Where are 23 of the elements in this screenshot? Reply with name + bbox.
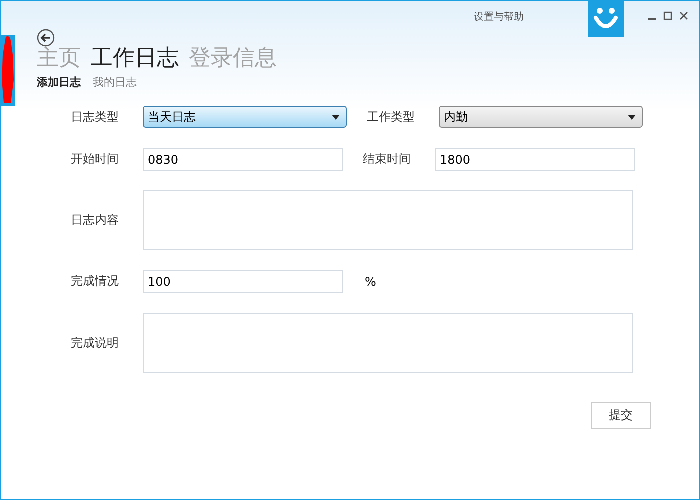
nav-tab[interactable]: 工作日志: [91, 45, 179, 73]
completion-field[interactable]: 100: [143, 270, 343, 293]
field-label: 结束时间: [363, 151, 412, 168]
field-label: 日志内容: [71, 212, 120, 228]
start-time-field[interactable]: 0830: [143, 148, 343, 171]
submit-button[interactable]: 提交: [591, 402, 651, 429]
caret-icon: [628, 114, 636, 120]
close-icon[interactable]: [679, 11, 689, 21]
field-label: 开始时间: [71, 151, 120, 168]
end-time-field[interactable]: 1800: [435, 148, 635, 171]
field-label: 日志类型: [71, 108, 120, 126]
field-label: 完成说明: [71, 334, 120, 352]
work-type-dropdown[interactable]: 内勤: [439, 106, 643, 128]
sub-tab[interactable]: 我的日志: [93, 75, 137, 90]
maximize-icon[interactable]: [663, 11, 673, 21]
percent-unit: %: [365, 274, 376, 288]
back-icon[interactable]: [37, 29, 55, 47]
field-label: 完成情况: [71, 273, 120, 290]
sub-tab[interactable]: 添加日志: [37, 75, 81, 90]
settings-help-link[interactable]: 设置与帮助: [474, 10, 524, 24]
field-label: 工作类型: [367, 108, 416, 126]
log-type-dropdown[interactable]: 当天日志: [143, 106, 347, 128]
caret-icon: [332, 114, 340, 120]
